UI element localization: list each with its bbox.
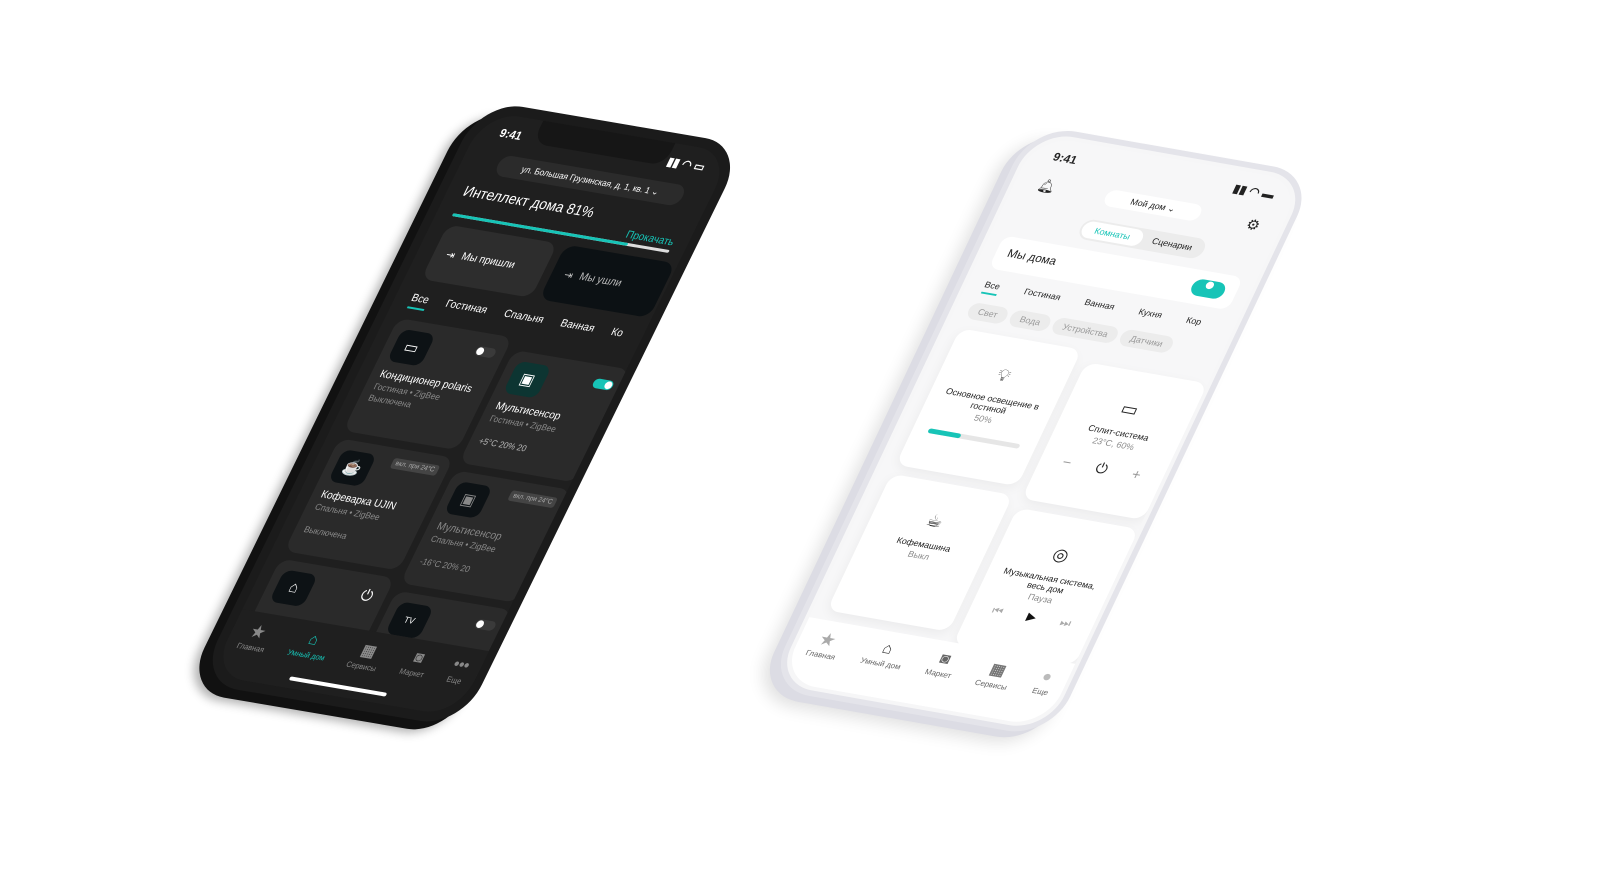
tv-icon: TV [384,601,435,640]
tab-bath[interactable]: Ванная [556,318,597,340]
multisensor-icon: ▣ [443,481,493,519]
plus-button[interactable]: + [1128,466,1144,483]
multicooker-icon: ⌂ [269,569,319,608]
sensor-readings: +5°C 20% 20 [476,436,529,454]
power-button[interactable]: ⏻ [1092,460,1111,477]
schedule-badge: вкл. при 24°C [507,490,559,509]
tab-living[interactable]: Гостиная [441,298,489,321]
chip-water[interactable]: Вода [1006,309,1054,333]
sensor-readings: -16°C 20% 20 [418,556,473,575]
tab-kitchen[interactable]: Кухня [1135,307,1164,325]
prev-button[interactable]: ⏮ [989,603,1006,618]
tab-living[interactable]: Гостиная [1020,287,1062,307]
status-bar: 9:41 ▮▮ ◠ ▬ [1051,150,1277,201]
signal-wifi-battery-icon: ▮▮ ◠ ▬ [1230,181,1278,202]
nav-home[interactable]: ★ Главная [792,628,847,688]
device-toggle[interactable] [473,618,498,632]
tab-more[interactable]: Кор [1182,315,1204,331]
device-toggle[interactable] [591,378,616,391]
chat-icon: ● [1038,668,1056,686]
scene-left-button[interactable]: ⇥ Мы ушли [539,244,676,318]
tab-more[interactable]: Ко [607,326,626,344]
nav-market[interactable]: ◙ Маркет [910,649,962,708]
scene-arrived-button[interactable]: ⇥ Мы пришли [421,224,558,298]
nav-smart-home[interactable]: ⌂ Умный дом [846,638,911,700]
nav-more[interactable]: ● Еще [1017,668,1058,725]
gear-icon[interactable]: ⚙ [1243,216,1264,235]
grid-icon: ▦ [358,642,380,661]
chip-light[interactable]: Свет [964,301,1011,325]
dark-screen: 9:41 ▮▮ ◠ ▭ ул. Большая Грузинская, д. 1,… [210,110,733,717]
nav-home[interactable]: ★ Главная [222,620,276,681]
grid-icon: ▦ [986,661,1009,680]
home-select[interactable]: Мой дом ⌄ [1101,188,1205,222]
bag-icon: ◙ [410,649,428,667]
tab-all[interactable]: Все [406,292,432,312]
air-conditioner-icon: ▭ [386,328,436,367]
nav-market[interactable]: ◙ Маркет [383,648,434,708]
nav-more[interactable]: ••• Еще [430,656,473,715]
scene-label: Мы пришли [459,250,518,272]
bell-icon[interactable]: 🔔︎ [1035,177,1059,195]
power-icon[interactable]: ⏻ [357,587,376,606]
time: 9:41 [497,126,525,143]
device-state: Выключена [302,524,349,541]
door-enter-icon: ⇥ [443,248,458,262]
light-phone: 9:41 ▮▮ ◠ ▬ 🔔︎ Мой дом ⌄ ⚙ Комнаты Сценари… [765,124,1317,739]
multisensor-icon: ▣ [502,360,552,399]
device-toggle[interactable] [473,345,498,359]
schedule-badge: вкл. при 24°C [389,457,441,476]
star-icon: ★ [247,623,269,642]
dark-phone: 9:41 ▮▮ ◠ ▭ ул. Большая Грузинская, д. 1,… [196,100,747,728]
door-exit-icon: ⇥ [561,268,576,282]
scene-label: Мы ушли [577,270,624,290]
minus-button[interactable]: − [1059,454,1075,471]
more-icon: ••• [450,656,473,675]
tab-all[interactable]: Все [980,279,1002,296]
tab-bedroom[interactable]: Спальня [499,308,546,331]
home-toggle-label: Мы дома [1005,246,1060,268]
next-button[interactable]: ⏭ [1057,615,1073,630]
segment-rooms[interactable]: Комнаты [1078,220,1147,248]
star-icon: ★ [816,631,838,650]
chip-devices[interactable]: Устройства [1049,316,1122,345]
coffee-maker-icon: ☕ [327,449,377,487]
segment-scenarios[interactable]: Сценарии [1138,231,1206,258]
time: 9:41 [1050,150,1080,167]
play-button[interactable]: ▶ [1024,610,1039,625]
address-text: ул. Большая Грузинская, д. 1, кв. 1 [519,164,653,196]
light-screen: 9:41 ▮▮ ◠ ▬ 🔔︎ Мой дом ⌄ ⚙ Комнаты Сценари… [779,134,1304,728]
nav-services[interactable]: ▦ Сервисы [961,658,1018,718]
bag-icon: ◙ [936,650,954,668]
chip-sensors[interactable]: Датчики [1117,328,1176,354]
brightness-slider[interactable] [927,428,1021,449]
tab-bath[interactable]: Ванная [1081,297,1117,316]
home-toggle[interactable] [1188,277,1229,301]
signal-wifi-battery-icon: ▮▮ ◠ ▭ [664,154,708,175]
